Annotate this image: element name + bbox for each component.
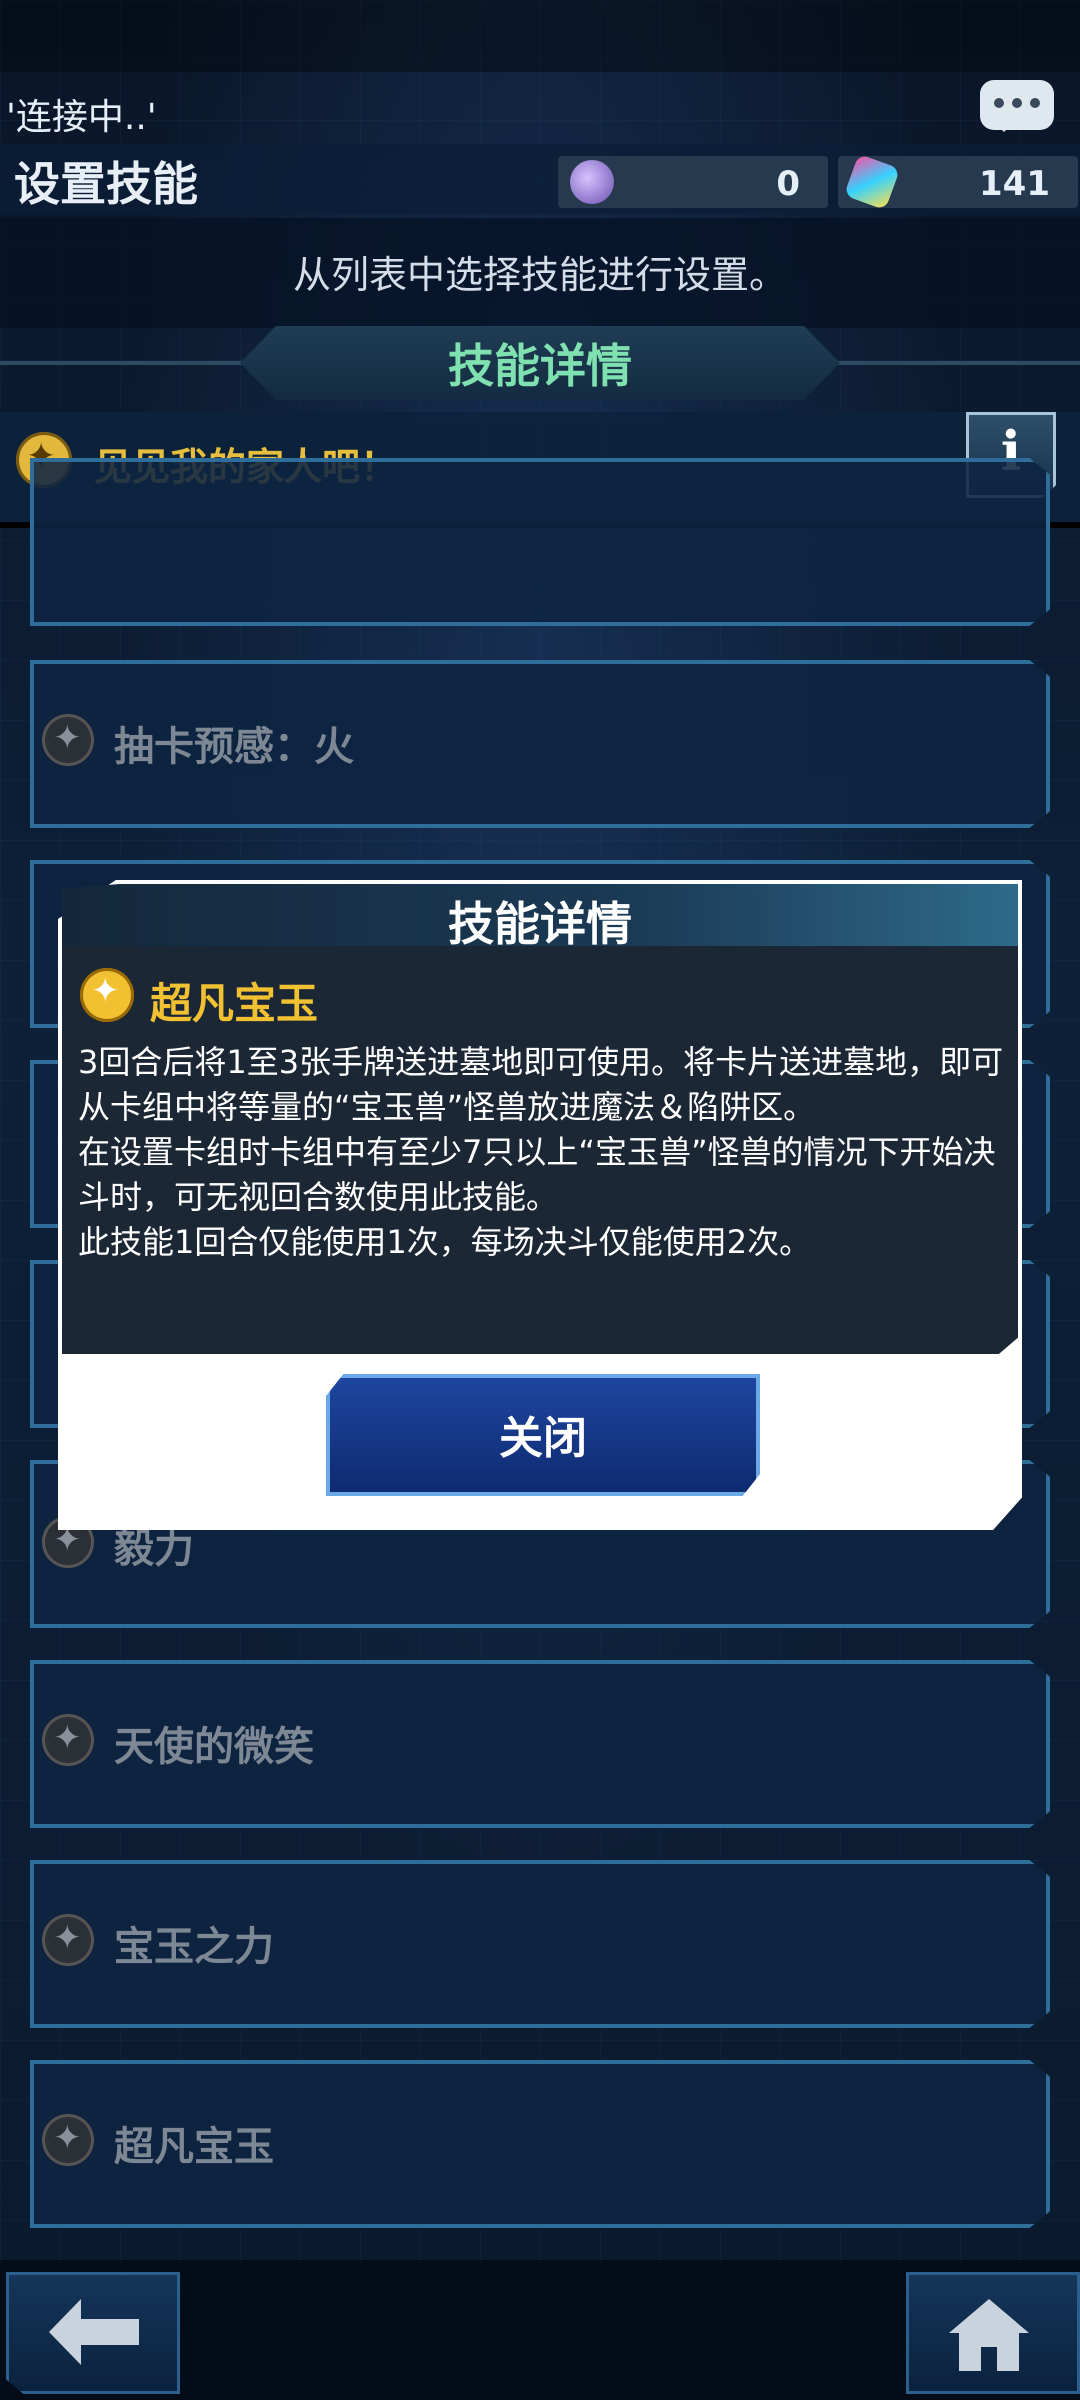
skill-star-icon [42, 2114, 94, 2166]
description-paragraph: 3回合后将1至3张手牌送进墓地即可使用。将卡片送进墓地，即可从卡组中将等量的“宝… [78, 1043, 1004, 1126]
skill-star-icon [42, 1714, 94, 1766]
skill-star-icon [80, 968, 134, 1022]
home-button[interactable] [906, 2272, 1080, 2394]
top-bar [0, 0, 1080, 72]
page-title: 设置技能 [14, 157, 198, 211]
currency-gem: 141 [838, 153, 1078, 211]
list-item-label: 抽卡预感：火 [114, 724, 354, 770]
skill-detail-dialog: 技能详情 超凡宝玉 3回合后将1至3张手牌送进墓地即可使用。将卡片送进墓地，即可… [58, 880, 1022, 1530]
instruction-text: 从列表中选择技能进行设置。 [292, 253, 787, 297]
skill-description: 3回合后将1至3张手牌送进墓地即可使用。将卡片送进墓地，即可从卡组中将等量的“宝… [78, 1040, 1008, 1265]
list-item-label: 天使的微笑 [114, 1724, 314, 1770]
skill-star-icon [42, 1914, 94, 1966]
description-paragraph: 此技能1回合仅能使用1次，每场决斗仅能使用2次。 [78, 1223, 812, 1261]
skill-name: 超凡宝玉 [150, 979, 319, 1028]
close-button-label: 关闭 [499, 1413, 587, 1464]
list-item-label: 宝玉之力 [114, 1924, 274, 1970]
back-arrow-icon [49, 2299, 139, 2365]
connection-status: '连接中..' [6, 97, 157, 138]
currency-value: 0 [776, 164, 800, 204]
close-button[interactable]: 关闭 [326, 1374, 760, 1496]
orb-icon [570, 160, 614, 204]
chat-bubble-icon[interactable] [980, 80, 1054, 132]
description-paragraph: 在设置卡组时卡组中有至少7只以上“宝玉兽”怪兽的情况下开始决斗时，可无视回合数使… [78, 1133, 996, 1216]
currency-value: 141 [979, 164, 1050, 204]
dialog-title: 技能详情 [448, 897, 632, 951]
gem-icon [843, 153, 901, 211]
currency-orb: 0 [558, 156, 828, 208]
skill-star-icon [42, 714, 94, 766]
back-button[interactable] [6, 2272, 180, 2394]
home-icon [949, 2299, 1029, 2371]
section-title: 技能详情 [448, 339, 632, 393]
list-item[interactable] [30, 458, 1050, 626]
list-item-label: 超凡宝玉 [114, 2124, 274, 2170]
